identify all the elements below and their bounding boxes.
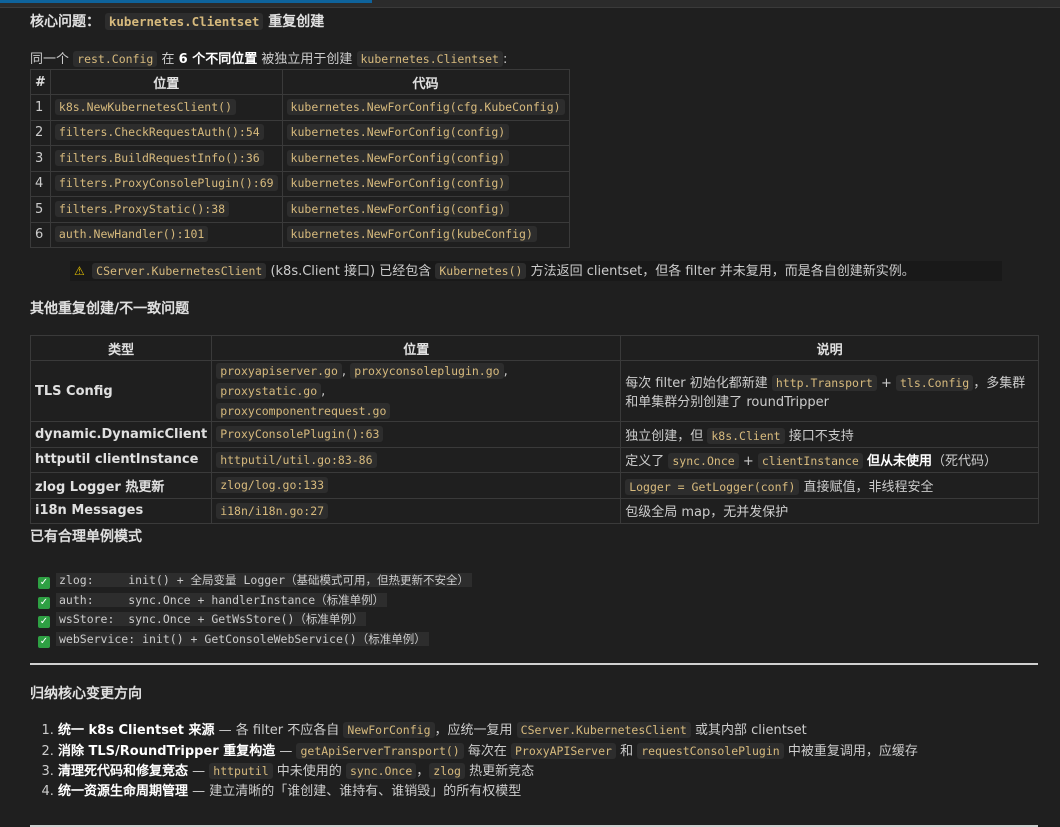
- check-icon: ✓: [38, 596, 50, 609]
- warning-callout: ⚠ CServer.KubernetesClient (k8s.Client 接…: [70, 261, 1002, 281]
- core-issue-description: 同一个 rest.Config 在 6 个不同位置 被独立用于创建 kubern…: [30, 51, 508, 67]
- table-row: 5 filters.ProxyStatic():38 kubernetes.Ne…: [30, 196, 570, 223]
- column-header: 说明: [620, 335, 1039, 361]
- table-row: 3 filters.BuildRequestInfo():36 kubernet…: [30, 145, 570, 172]
- list-item: 统一 k8s Clientset 来源 — 各 filter 不应各自 NewF…: [58, 720, 918, 741]
- list-item: 消除 TLS/RoundTripper 重复构造 — getApiServerT…: [58, 741, 918, 762]
- singletons-heading: 已有合理单例模式: [30, 529, 142, 545]
- table-row: 6 auth.NewHandler():101 kubernetes.NewFo…: [30, 221, 570, 248]
- progress-indicator: [0, 0, 372, 3]
- check-icon: ✓: [38, 577, 50, 589]
- table-row: zlog Logger 热更新 zlog/log.go:133 Logger =…: [29, 472, 1039, 499]
- list-item: ✓ zlog: init() + 全局变量 Logger（基础模式可用，但热更新不…: [38, 571, 473, 591]
- list-item: 统一资源生命周期管理 — 建立清晰的「谁创建、谁持有、谁销毁」的所有权模型: [58, 782, 918, 803]
- table-header-row: # 位置 代码: [30, 69, 570, 95]
- other-issues-table: 类型 位置 说明 TLS Config proxyapiserver.go, p…: [29, 335, 1039, 524]
- clientset-locations-table: # 位置 代码 1 k8s.NewKubernetesClient() kube…: [30, 69, 570, 248]
- column-header: 类型: [29, 335, 213, 361]
- top-divider: [30, 7, 1038, 8]
- list-item: 清理死代码和修复竞态 — httputil 中未使用的 sync.Once，zl…: [58, 761, 918, 782]
- core-issue-heading: 核心问题： kubernetes.Clientset 重复创建: [30, 13, 325, 30]
- table-row: i18n Messages i18n/i18n.go:27 包级全局 map，无…: [29, 497, 1039, 524]
- other-issues-heading: 其他重复创建/不一致问题: [30, 301, 190, 317]
- column-header: 位置: [211, 335, 622, 361]
- check-icon: ✓: [38, 635, 50, 648]
- table-header-row: 类型 位置 说明: [29, 335, 1039, 361]
- table-row: TLS Config proxyapiserver.go, proxyconso…: [29, 360, 1039, 422]
- check-icon: ✓: [38, 616, 50, 628]
- list-item: ✓ webService: init() + GetConsoleWebServi…: [38, 630, 472, 650]
- horizontal-rule: [30, 663, 1038, 665]
- table-row: dynamic.DynamicClient ProxyConsolePlugin…: [29, 421, 1039, 448]
- table-row: 2 filters.CheckRequestAuth():54 kubernet…: [30, 119, 570, 146]
- warning-icon: ⚠: [74, 264, 85, 278]
- list-item: ✓ wsStore: sync.Once + GetWsStore()（标准单例）: [38, 610, 472, 630]
- table-row: 4 filters.ProxyConsolePlugin():69 kubern…: [30, 170, 570, 197]
- list-item: ✓ auth: sync.Once + handlerInstance（标准单例）: [38, 591, 472, 611]
- column-header: 位置: [49, 69, 283, 95]
- summary-heading: 归纳核心变更方向: [30, 686, 142, 702]
- table-row: 1 k8s.NewKubernetesClient() kubernetes.N…: [30, 94, 570, 121]
- singletons-code-block: ✓ zlog: init() + 全局变量 Logger（基础模式可用，但热更新不…: [38, 571, 473, 650]
- heading-code: kubernetes.Clientset: [104, 13, 264, 30]
- summary-list: 统一 k8s Clientset 来源 — 各 filter 不应各自 NewF…: [30, 720, 918, 802]
- column-header: 代码: [281, 69, 570, 95]
- column-header: #: [30, 69, 51, 95]
- table-row: httputil clientInstance httputil/util.go…: [29, 446, 1039, 473]
